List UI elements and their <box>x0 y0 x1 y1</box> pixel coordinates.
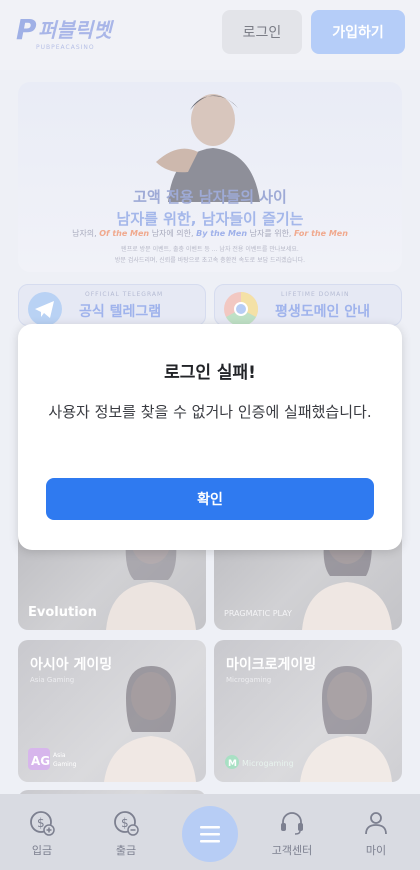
nav-label: 입금 <box>31 844 53 857</box>
svg-text:M: M <box>228 759 237 769</box>
banner-subheadline: 남자를 위한, 남자들이 즐기는 <box>116 210 304 228</box>
confirm-button[interactable]: 확인 <box>46 478 374 520</box>
nav-item-deposit[interactable]: $ 입금 <box>12 804 72 860</box>
asia-gaming-logo-icon: AG Asia Gaming <box>28 748 77 770</box>
provider-logo-evolution: Evolution <box>28 605 97 620</box>
tagline-for-the-men: For the Men <box>294 229 348 238</box>
menu-button[interactable] <box>182 806 238 862</box>
nav-item-withdraw[interactable]: $ 출금 <box>96 804 156 860</box>
svg-text:$: $ <box>37 816 45 830</box>
banner-tagline: 남자의, Of the Men 남자에 의한, By the Men 남자를 위… <box>18 228 402 239</box>
telegram-promo-card[interactable]: OFFICIAL TELEGRAM 공식 텔레그램 <box>18 284 206 326</box>
login-failed-dialog: 로그인 실패! 사용자 정보를 찾을 수 없거나 인증에 실패했습니다. 확인 <box>18 324 402 550</box>
promo-small-label: LIFETIME DOMAIN <box>281 291 350 298</box>
tagline-of-the-men: Of the Men <box>99 229 150 238</box>
promo-title: 공식 텔레그램 <box>79 304 162 320</box>
join-button[interactable]: 가입하기 <box>311 10 405 54</box>
promo-title: 평생도메인 안내 <box>275 304 371 320</box>
dialog-message: 사용자 정보를 찾을 수 없거나 인증에 실패했습니다. <box>48 403 372 421</box>
logo-text: 퍼블릭벳 <box>38 18 112 42</box>
tagline-part: 남자에 의한, <box>151 229 194 238</box>
banner-model-image <box>156 94 260 202</box>
tagline-part: 남자의, <box>72 229 97 238</box>
microgaming-logo-icon: M Microgaming <box>225 755 294 769</box>
svg-text:Asia: Asia <box>53 752 66 759</box>
svg-text:$: $ <box>121 816 129 830</box>
banner-headline: 고액 전용 남자들의 사이 <box>133 188 287 206</box>
nav-item-my[interactable]: 마이 <box>346 804 406 860</box>
card-subtitle: Microgaming <box>226 676 272 684</box>
headset-icon <box>281 812 303 835</box>
nav-label: 마이 <box>365 844 387 857</box>
banner-event-text: 텐프로 방문 이벤트, 출충 이벤트 등 ... 남자 전용 이벤트를 만나보세… <box>121 246 299 253</box>
svg-text:Gaming: Gaming <box>53 761 77 768</box>
banner-event-text-2: 방문 검사드리며, 신뢰를 바탕으로 초고속 충환전 속도로 보답 드리겠습니다… <box>114 257 306 264</box>
chrome-icon <box>224 292 258 325</box>
logo[interactable]: P 퍼블릭벳 PUBPEACASINO <box>16 13 126 52</box>
telegram-icon <box>28 292 62 325</box>
provider-logo-pragmatic: PRAGMATIC PLAY <box>224 609 292 618</box>
header: P 퍼블릭벳 PUBPEACASINO 로그인 가입하기 <box>0 0 420 70</box>
nav-label: 고객센터 <box>271 844 313 857</box>
promo-banner[interactable]: 고액 전용 남자들의 사이 남자를 위한, 남자들이 즐기는 남자의, Of t… <box>18 82 402 272</box>
game-card-microgaming[interactable]: 마이크로게이밍 Microgaming M Microgaming <box>214 640 402 782</box>
tagline-by-the-men: By the Men <box>196 229 248 238</box>
menu-icon <box>200 826 220 843</box>
svg-text:AG: AG <box>31 754 50 768</box>
logo-mark: P <box>16 13 37 46</box>
card-title: 마이크로게이밍 <box>226 657 317 673</box>
card-subtitle: Asia Gaming <box>30 676 75 684</box>
domain-promo-card[interactable]: LIFETIME DOMAIN 평생도메인 안내 <box>214 284 402 326</box>
svg-text:Microgaming: Microgaming <box>242 759 294 768</box>
withdraw-icon: $ <box>114 811 139 836</box>
nav-label: 출금 <box>115 844 137 857</box>
card-title: 아시아 게이밍 <box>30 657 113 673</box>
login-button[interactable]: 로그인 <box>222 10 302 54</box>
tagline-part: 남자를 위한, <box>249 229 292 238</box>
user-icon <box>365 812 387 835</box>
nav-item-support[interactable]: 고객센터 <box>262 804 322 860</box>
dialog-title: 로그인 실패! <box>164 363 256 383</box>
game-card-asia-gaming[interactable]: 아시아 게이밍 Asia Gaming AG Asia Gaming <box>18 640 206 782</box>
promo-small-label: OFFICIAL TELEGRAM <box>85 291 164 298</box>
deposit-icon: $ <box>30 811 55 836</box>
logo-subtext: PUBPEACASINO <box>36 44 95 51</box>
